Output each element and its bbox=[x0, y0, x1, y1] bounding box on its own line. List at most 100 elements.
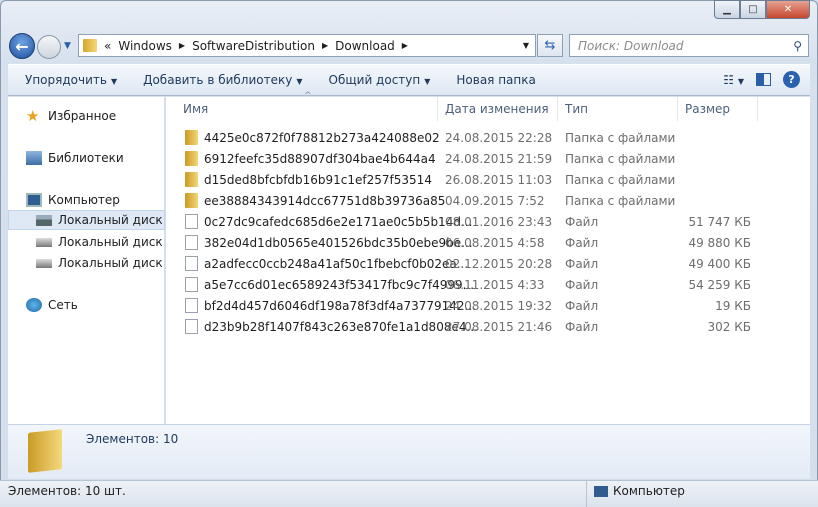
breadcrumb-overflow[interactable]: « bbox=[104, 39, 111, 53]
folder-icon bbox=[28, 429, 62, 473]
nav-favorites[interactable]: ★ Избранное bbox=[26, 106, 183, 126]
file-size: 49 400 КБ bbox=[688, 256, 751, 271]
file-date: 08.01.2016 23:43 bbox=[445, 214, 553, 229]
nav-computer[interactable]: Компьютер bbox=[26, 190, 183, 210]
status-bar: Элементов: 10 шт. Компьютер bbox=[0, 480, 818, 507]
drive-icon bbox=[36, 237, 52, 247]
file-type: Файл bbox=[565, 298, 599, 313]
file-type: Файл bbox=[565, 319, 599, 334]
file-type: Файл bbox=[565, 277, 599, 292]
file-type: Папка с файлами bbox=[565, 193, 676, 208]
folder-icon bbox=[83, 39, 97, 52]
search-input[interactable]: Поиск: Download ⚲ bbox=[569, 34, 809, 57]
file-row[interactable]: a2adfecc0ccb248a41af50c1fbebcf0b02ea... … bbox=[180, 253, 780, 274]
file-date: 26.08.2015 11:03 bbox=[445, 172, 553, 187]
sort-ascending-icon: ^ bbox=[304, 91, 312, 101]
nav-drive-d[interactable]: Локальный диск (D:) bbox=[8, 232, 165, 252]
file-name: bf2d4d457d6046df198a78f3df4a73779142... bbox=[204, 298, 476, 313]
file-row[interactable]: bf2d4d457d6046df198a78f3df4a73779142... … bbox=[180, 295, 780, 316]
status-location: Компьютер bbox=[613, 484, 685, 498]
forward-button[interactable] bbox=[37, 35, 61, 59]
column-header-name[interactable]: Имя ^ bbox=[176, 91, 438, 121]
file-date: 24.08.2015 21:59 bbox=[445, 151, 553, 166]
address-bar[interactable]: « Windows ▶ SoftwareDistribution ▶ Downloa… bbox=[78, 34, 536, 57]
file-icon bbox=[185, 319, 198, 334]
nav-libraries[interactable]: Библиотеки bbox=[26, 148, 183, 168]
file-size: 51 747 КБ bbox=[688, 214, 751, 229]
search-icon: ⚲ bbox=[793, 38, 802, 53]
file-type: Файл bbox=[565, 235, 599, 250]
file-date: 02.12.2015 20:28 bbox=[445, 256, 553, 271]
file-name: 6912feefc35d88907df304bae4b644a4 bbox=[204, 151, 436, 166]
details-item-count: Элементов: 10 bbox=[86, 432, 179, 446]
file-icon bbox=[185, 235, 198, 250]
recent-pages-dropdown[interactable]: ▼ bbox=[64, 41, 71, 51]
search-placeholder: Поиск: Download bbox=[578, 38, 684, 53]
file-row[interactable]: 382e04d1db0565e401526bdc35b0ebe9be... 06… bbox=[180, 232, 780, 253]
nav-drive-c[interactable]: Локальный диск (C:) bbox=[8, 210, 165, 230]
file-date: 24.08.2015 22:28 bbox=[445, 130, 553, 145]
file-row[interactable]: ee38884343914dcc67751d8b39736a85 04.09.2… bbox=[180, 190, 780, 211]
nav-drive-f[interactable]: Локальный диск (F:) bbox=[8, 253, 165, 273]
file-size: 302 КБ bbox=[707, 319, 751, 334]
new-folder-button[interactable]: Новая папка bbox=[447, 73, 544, 87]
add-to-library-button[interactable]: Добавить в библиотеку ▼ bbox=[134, 73, 311, 87]
close-button[interactable]: ✕ bbox=[766, 0, 810, 19]
file-size: 49 880 КБ bbox=[688, 235, 751, 250]
drive-icon bbox=[36, 258, 52, 268]
file-row[interactable]: d23b9b28f1407f843c263e870fe1a1d808e4... … bbox=[180, 316, 780, 337]
file-type: Папка с файлами bbox=[565, 172, 676, 187]
breadcrumb-download[interactable]: Download bbox=[335, 39, 395, 53]
folder-icon bbox=[185, 193, 198, 208]
details-pane: Элементов: 10 bbox=[8, 424, 810, 479]
breadcrumb-softwaredistribution[interactable]: SoftwareDistribution bbox=[192, 39, 315, 53]
file-date: 06.11.2015 4:33 bbox=[445, 277, 545, 292]
file-name: 4425e0c872f0f78812b273a424088e02 bbox=[204, 130, 440, 145]
file-row[interactable]: 4425e0c872f0f78812b273a424088e02 24.08.2… bbox=[180, 127, 780, 148]
breadcrumb-windows[interactable]: Windows bbox=[118, 39, 172, 53]
maximize-button[interactable]: □ bbox=[740, 0, 766, 19]
file-name: d15ded8bfcbfdb16b91c1ef257f53514 bbox=[204, 172, 432, 187]
file-name: 382e04d1db0565e401526bdc35b0ebe9be... bbox=[204, 235, 473, 250]
view-options-icon[interactable]: ☷ ▼ bbox=[723, 73, 744, 87]
file-icon bbox=[185, 256, 198, 271]
file-name: a5e7cc6d01ec6589243f53417fbc9c7f4999... bbox=[204, 277, 475, 292]
preview-pane-icon[interactable] bbox=[756, 73, 771, 86]
command-bar: Упорядочить ▼ Добавить в библиотеку ▼ Общи… bbox=[8, 64, 810, 96]
folder-icon bbox=[185, 130, 198, 145]
address-dropdown-icon[interactable]: ▼ bbox=[523, 41, 529, 50]
computer-icon bbox=[594, 486, 608, 497]
nav-network[interactable]: Сеть bbox=[26, 295, 183, 315]
file-row[interactable]: 0c27dc9cafedc685d6e2e171ae0c5b5b14d... 0… bbox=[180, 211, 780, 232]
organize-button[interactable]: Упорядочить ▼ bbox=[16, 73, 126, 87]
system-drive-icon bbox=[36, 214, 52, 226]
file-icon bbox=[185, 298, 198, 313]
window-controls: ▁ □ ✕ bbox=[714, 0, 810, 20]
file-type: Папка с файлами bbox=[565, 151, 676, 166]
column-header-date[interactable]: Дата изменения bbox=[438, 97, 558, 121]
file-date: 06.08.2015 4:58 bbox=[445, 235, 545, 250]
library-icon bbox=[26, 151, 42, 165]
file-icon bbox=[185, 214, 198, 229]
file-row[interactable]: 6912feefc35d88907df304bae4b644a4 24.08.2… bbox=[180, 148, 780, 169]
file-name: a2adfecc0ccb248a41af50c1fbebcf0b02ea... bbox=[204, 256, 469, 271]
back-button[interactable]: ← bbox=[9, 33, 35, 59]
file-icon bbox=[185, 277, 198, 292]
file-row[interactable]: d15ded8bfcbfdb16b91c1ef257f53514 26.08.2… bbox=[180, 169, 780, 190]
column-header-type[interactable]: Тип bbox=[558, 97, 678, 121]
column-header-size[interactable]: Размер bbox=[678, 97, 758, 121]
minimize-button[interactable]: ▁ bbox=[714, 0, 740, 19]
help-icon[interactable]: ? bbox=[783, 71, 800, 88]
refresh-button[interactable]: ⇆ bbox=[537, 34, 563, 57]
star-icon: ★ bbox=[26, 107, 40, 125]
file-type: Файл bbox=[565, 256, 599, 271]
folder-icon bbox=[185, 172, 198, 187]
status-item-count: Элементов: 10 шт. bbox=[8, 484, 126, 498]
computer-icon bbox=[26, 193, 42, 207]
file-list: Имя ^ Дата изменения Тип Размер 4425e0c87… bbox=[166, 91, 810, 424]
file-row[interactable]: a5e7cc6d01ec6589243f53417fbc9c7f4999... … bbox=[180, 274, 780, 295]
navigation-pane: ★ Избранное Библиотеки Компьютер Локальны… bbox=[8, 97, 165, 424]
file-name: d23b9b28f1407f843c263e870fe1a1d808e4... bbox=[204, 319, 478, 334]
file-name: ee38884343914dcc67751d8b39736a85 bbox=[204, 193, 446, 208]
share-button[interactable]: Общий доступ ▼ bbox=[320, 73, 440, 87]
